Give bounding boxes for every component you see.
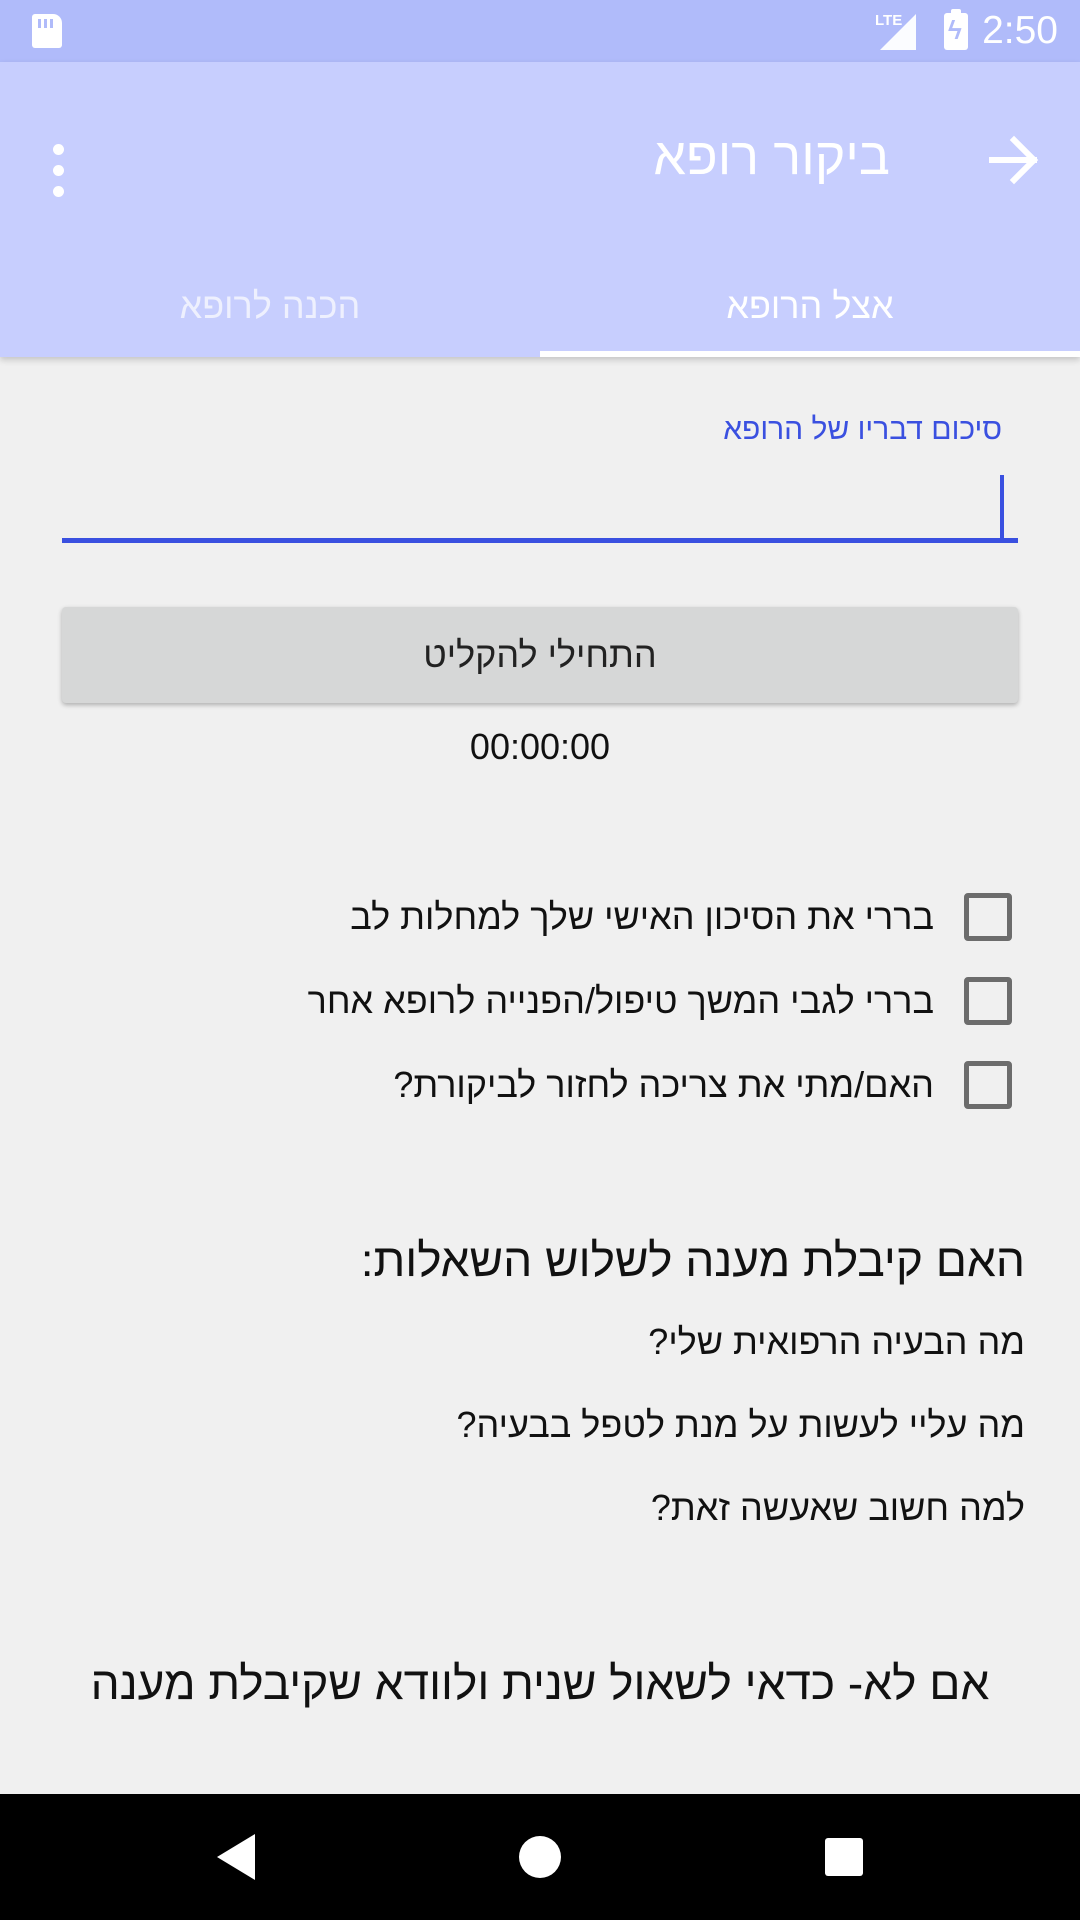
questions-heading: האם קיבלת מענה לשלוש השאלות: (360, 1234, 1025, 1286)
more-vert-icon (53, 144, 64, 155)
text-caret (1000, 475, 1004, 539)
checklist-item-return-visit[interactable]: האם/מתי את צריכה לחזור לביקורת? (32, 1055, 1012, 1115)
sd-card-icon (32, 14, 62, 48)
page-title: ביקור רופא (653, 128, 890, 186)
tab-indicator (540, 351, 1080, 357)
nav-back-icon[interactable] (203, 1824, 269, 1890)
summary-field-label: סיכום דבריו של הרופא (723, 413, 1002, 446)
arrow-forward-icon (989, 135, 1039, 185)
doctor-summary-input[interactable] (62, 467, 1018, 543)
checklist-item-label: בררי את הסיכון האישי שלך למחלות לב (350, 896, 934, 937)
nav-home-icon[interactable] (507, 1824, 573, 1890)
battery-charging-icon (944, 9, 968, 50)
back-button[interactable] (986, 132, 1042, 188)
checklist-item-label: בררי לגבי המשך טיפול/הפנייה לרופא אחר (307, 980, 934, 1021)
checklist-item-followup-treatment[interactable]: בררי לגבי המשך טיפול/הפנייה לרופא אחר (32, 971, 1012, 1031)
tab-prepare-for-doctor[interactable]: הכנה לרופא (0, 255, 540, 357)
checkbox[interactable] (964, 1061, 1012, 1109)
overflow-menu-button[interactable] (34, 132, 82, 208)
input-underline (62, 538, 1018, 543)
nav-recents-icon[interactable] (811, 1824, 877, 1890)
checkbox[interactable] (964, 893, 1012, 941)
recording-timer: 00:00:00 (469, 726, 611, 767)
question-item: למה חשוב שאעשה זאת? (650, 1487, 1025, 1528)
closing-reminder: אם לא- כדאי לשאול שנית ולוודא שקיבלת מענ… (90, 1657, 990, 1709)
tab-bar: הכנה לרופא אצל הרופא (0, 255, 1080, 357)
status-bar: LTE 2:50 (0, 0, 1080, 62)
navigation-bar (0, 1794, 1080, 1920)
question-item: מה הבעיה הרפואית שלי? (648, 1321, 1025, 1362)
question-item: מה עליי לעשות על מנת לטפל בבעיה? (456, 1404, 1025, 1445)
start-recording-button[interactable]: התחילי להקליט (62, 607, 1018, 703)
checkbox[interactable] (964, 977, 1012, 1025)
checklist-item-label: האם/מתי את צריכה לחזור לביקורת? (393, 1064, 934, 1105)
tab-at-the-doctor[interactable]: אצל הרופא (540, 255, 1080, 357)
status-clock: 2:50 (982, 9, 1058, 52)
app-bar: ביקור רופא הכנה לרופא אצל הרופא (0, 62, 1080, 357)
checklist-item-heart-risk[interactable]: בררי את הסיכון האישי שלך למחלות לב (32, 887, 1012, 947)
network-type-label: LTE (875, 12, 903, 29)
